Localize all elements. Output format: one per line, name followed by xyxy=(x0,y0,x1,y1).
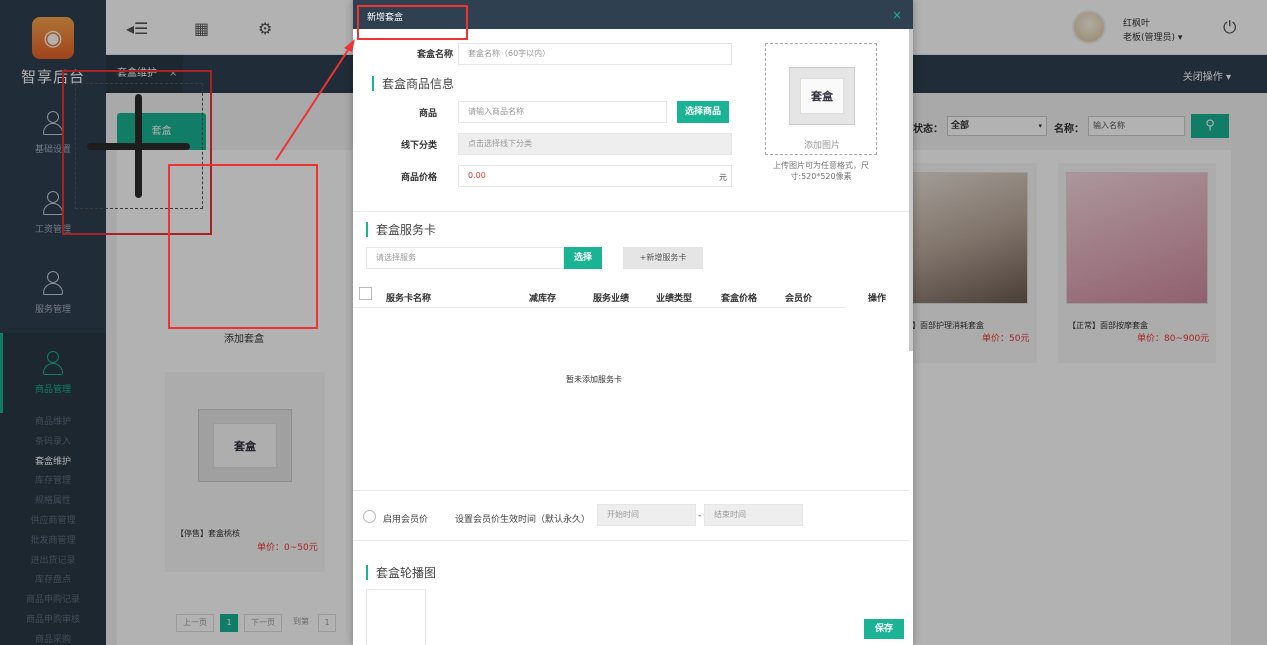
th-reduce-stock: 减库存 xyxy=(529,294,557,304)
member-price-radio[interactable] xyxy=(363,510,376,523)
divider xyxy=(353,540,909,541)
divider xyxy=(353,490,909,491)
select-service-button[interactable]: 选择 xyxy=(564,247,602,269)
time-dash: - xyxy=(698,511,702,521)
member-time-label: 设置会员价生效时间（默认永久） xyxy=(455,515,591,525)
modal-body: 套盒名称 套盒名称（60字以内） 套盒商品信息 商品 请输入商品名称 选择商品 … xyxy=(353,29,913,645)
save-button[interactable]: 保存 xyxy=(864,619,904,639)
box-name-input[interactable]: 套盒名称（60字以内） xyxy=(458,43,732,65)
th-service-card-name: 服务卡名称 xyxy=(386,294,432,304)
member-price-label: 启用会员价 xyxy=(383,515,429,525)
scrollbar[interactable] xyxy=(909,29,913,351)
annotation-highlight xyxy=(357,5,468,40)
offline-category-label: 线下分类 xyxy=(400,141,437,151)
th-box-price: 套盒价格 xyxy=(721,294,758,304)
table-header-line xyxy=(353,307,845,308)
th-performance-type: 业绩类型 xyxy=(656,294,693,304)
carousel-upload[interactable] xyxy=(366,589,426,645)
select-all-checkbox[interactable] xyxy=(359,287,372,300)
divider xyxy=(353,211,909,212)
price-input[interactable]: 0.00 xyxy=(458,165,732,187)
start-time-input[interactable]: 开始时间 xyxy=(597,504,696,526)
goods-label: 商品 xyxy=(418,109,437,119)
end-time-input[interactable]: 结束时间 xyxy=(704,504,803,526)
goods-input[interactable]: 请输入商品名称 xyxy=(458,101,667,123)
image-thumbnail: 套盒 xyxy=(789,67,855,125)
add-service-card-button[interactable]: +新增服务卡 xyxy=(623,247,703,269)
section-goods-title: 套盒商品信息 xyxy=(372,75,454,92)
th-member-price: 会员价 xyxy=(785,294,813,304)
add-image-label: 添加图片 xyxy=(803,141,840,151)
thumbnail-text: 套盒 xyxy=(799,78,845,114)
add-box-modal: 新增套盒 × 套盒名称 套盒名称（60字以内） 套盒商品信息 商品 请输入商品名… xyxy=(353,0,913,645)
close-icon[interactable]: × xyxy=(892,8,902,22)
th-service-performance: 服务业绩 xyxy=(593,294,630,304)
empty-table-text: 暂未添加服务卡 xyxy=(566,375,622,384)
box-name-label: 套盒名称 xyxy=(416,50,453,60)
image-hint: 上传图片可为任意格式，尺寸:520*520像素 xyxy=(773,161,869,181)
service-input[interactable]: 请选择服务 xyxy=(366,247,564,269)
select-goods-button[interactable]: 选择商品 xyxy=(677,101,729,123)
th-actions: 操作 xyxy=(868,294,887,304)
image-upload[interactable]: 套盒 添加图片 xyxy=(765,43,877,155)
price-unit: 元 xyxy=(719,173,727,182)
section-carousel-title: 套盒轮播图 xyxy=(366,564,436,581)
annotation-highlight xyxy=(168,164,318,329)
price-label: 商品价格 xyxy=(400,173,437,183)
section-service-title: 套盒服务卡 xyxy=(366,221,436,238)
offline-category-input[interactable]: 点击选择线下分类 xyxy=(458,133,732,155)
